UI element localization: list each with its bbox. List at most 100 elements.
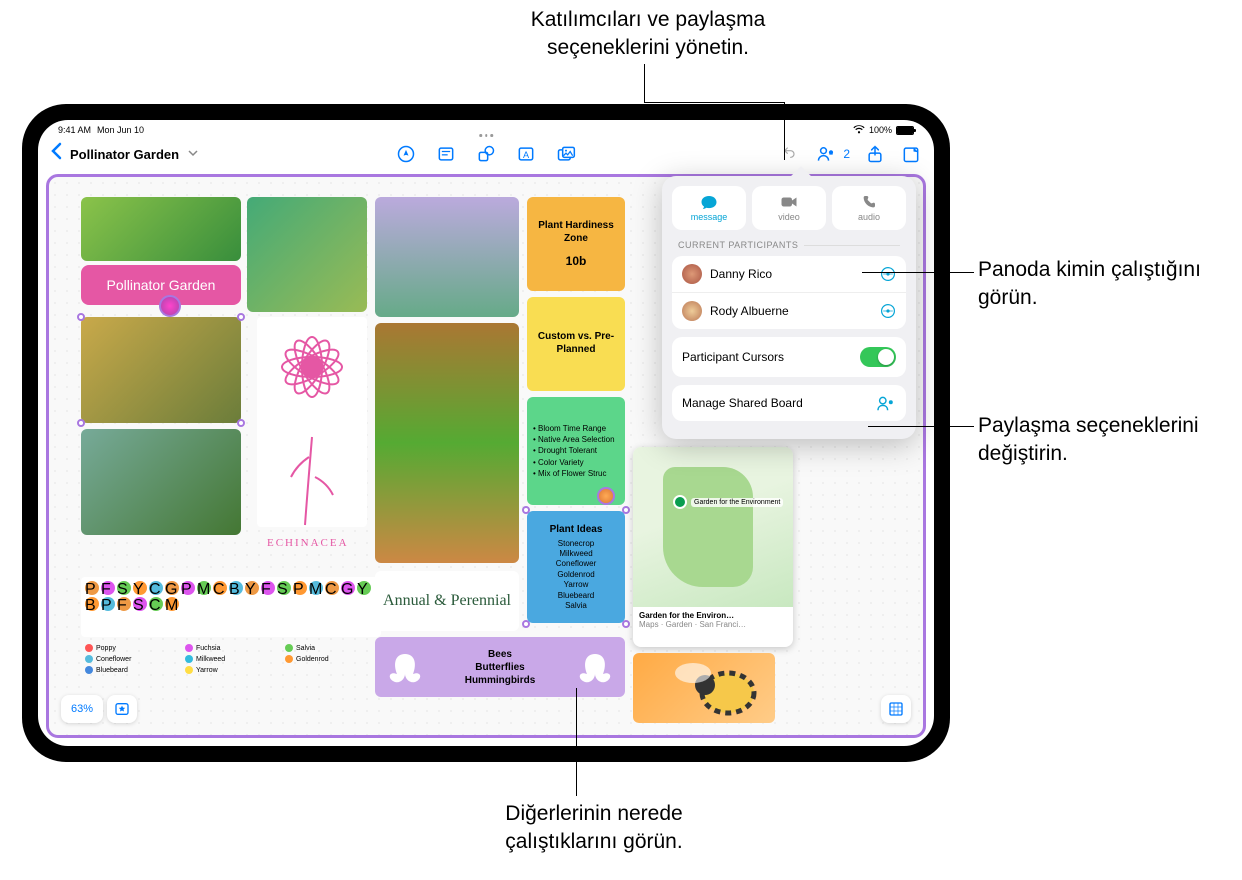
callout-top-line-h: [644, 102, 784, 103]
collaborate-button[interactable]: [815, 143, 837, 165]
wifi-icon: [853, 125, 865, 135]
photo-field[interactable]: [375, 323, 519, 563]
share-button[interactable]: [864, 143, 886, 165]
collaboration-popover: message video audio CURRENT PARTICIPANTS…: [662, 176, 916, 439]
popover-audio-button[interactable]: audio: [832, 186, 906, 230]
info-icon[interactable]: [880, 266, 896, 282]
back-button[interactable]: [50, 142, 62, 166]
undo-button[interactable]: [779, 143, 801, 165]
participant-cursors-toggle-row[interactable]: Participant Cursors: [672, 337, 906, 377]
note-annual[interactable]: Annual & Perennial: [375, 571, 519, 631]
zoom-control[interactable]: 63%: [61, 695, 103, 723]
handwritten-text: Annual & Perennial: [383, 592, 511, 610]
photo-butterfly[interactable]: [247, 197, 367, 312]
legend-key: Poppy Fuchsia Salvia Coneflower Milkweed…: [81, 640, 381, 678]
selection-handle[interactable]: [77, 313, 85, 321]
shapes-button[interactable]: [475, 143, 497, 165]
map-label: Garden for the Environment: [691, 498, 783, 507]
selection-handle[interactable]: [77, 419, 85, 427]
avatar: [682, 301, 702, 321]
manage-shared-board-row[interactable]: Manage Shared Board: [672, 385, 906, 421]
note-custom[interactable]: Custom vs. Pre-Planned: [527, 297, 625, 391]
callout-r1-line: [862, 272, 974, 273]
btn-label: video: [778, 212, 800, 222]
btn-label: audio: [858, 212, 880, 222]
battery-pct: 100%: [869, 125, 892, 135]
selection-handle[interactable]: [522, 506, 530, 514]
echinacea-label: ECHINACEA: [267, 537, 349, 549]
photo-card[interactable]: [81, 197, 241, 261]
map-meta: Maps · Garden · San Franci…: [639, 620, 787, 629]
text-button[interactable]: A: [515, 143, 537, 165]
participants-list: Danny Rico Rody Albuerne: [672, 256, 906, 329]
note-bloom[interactable]: • Bloom Time Range • Native Area Selecti…: [527, 397, 625, 505]
callout-right1: Panoda kimin çalıştığını görün.: [978, 256, 1242, 313]
toolbar-center: A: [395, 143, 577, 165]
row-label: Manage Shared Board: [682, 396, 803, 410]
pen-tool-button[interactable]: [395, 143, 417, 165]
ipad-frame: 9:41 AM Mon Jun 10 100% Pollinator Garde…: [22, 104, 950, 762]
note-title: Plant Hardiness Zone: [533, 219, 619, 245]
callout-right2: Paylaşma seçeneklerini değiştirin.: [978, 412, 1242, 469]
collab-count: 2: [843, 147, 850, 161]
info-icon[interactable]: [880, 303, 896, 319]
participants-header: CURRENT PARTICIPANTS: [678, 240, 900, 250]
status-bar: 9:41 AM Mon Jun 10 100%: [38, 120, 934, 138]
note-hardiness[interactable]: Plant Hardiness Zone 10b: [527, 197, 625, 291]
selection-handle[interactable]: [622, 620, 630, 628]
photo-hummingbird[interactable]: [375, 197, 519, 317]
note-bees[interactable]: Bees Butterflies Hummingbirds: [375, 637, 625, 697]
note-text: Bees Butterflies Hummingbirds: [465, 648, 536, 687]
selection-handle[interactable]: [237, 313, 245, 321]
new-board-button[interactable]: [900, 143, 922, 165]
grid-toggle[interactable]: [881, 695, 911, 723]
app-toolbar: Pollinator Garden A 2: [38, 138, 934, 170]
status-date: Mon Jun 10: [97, 125, 144, 135]
participant-row[interactable]: Rody Albuerne: [672, 293, 906, 329]
flower-sketch[interactable]: [257, 317, 367, 527]
favorites-button[interactable]: [107, 695, 137, 723]
legend-card[interactable]: PFS YCG PMC BYF SPM CGY BPF SCM Poppy Fu…: [81, 577, 381, 712]
callout-top-line-v: [644, 64, 645, 102]
chevron-down-icon[interactable]: [188, 149, 198, 160]
callout-top-line-v2: [784, 102, 785, 160]
popover-video-button[interactable]: video: [752, 186, 826, 230]
video-icon: [780, 194, 798, 210]
note-text: Custom vs. Pre-Planned: [533, 330, 619, 356]
participant-cursor-avatar-2: [597, 487, 615, 505]
selection-handle[interactable]: [622, 506, 630, 514]
avatar: [682, 264, 702, 284]
multitask-handle[interactable]: [479, 134, 493, 137]
popover-message-button[interactable]: message: [672, 186, 746, 230]
legend-dots: PFS YCG PMC BYF SPM CGY BPF SCM: [81, 577, 381, 637]
photo-garden[interactable]: [81, 429, 241, 535]
callout-bottom: Diğerlerinin nerede çalıştıklarını görün…: [464, 800, 724, 857]
note-title: Plant Ideas: [550, 523, 603, 536]
selection-handle[interactable]: [522, 620, 530, 628]
toggle-switch[interactable]: [860, 347, 896, 367]
sticky-note-button[interactable]: [435, 143, 457, 165]
media-button[interactable]: [555, 143, 577, 165]
photo-bee-2[interactable]: [633, 653, 775, 723]
board-title[interactable]: Pollinator Garden: [70, 147, 179, 162]
selection-handle[interactable]: [237, 419, 245, 427]
photo-bee[interactable]: [81, 317, 241, 423]
phone-icon: [860, 194, 878, 210]
message-icon: [700, 194, 718, 210]
participant-row[interactable]: Danny Rico: [672, 256, 906, 293]
participant-name: Rody Albuerne: [710, 304, 789, 318]
map-card[interactable]: Garden for the Environment Garden for th…: [633, 447, 793, 647]
status-time: 9:41 AM: [58, 125, 91, 135]
ipad-screen: 9:41 AM Mon Jun 10 100% Pollinator Garde…: [38, 120, 934, 746]
participant-name: Danny Rico: [710, 267, 772, 281]
note-plant-ideas[interactable]: Plant Ideas Stonecrop Milkweed Coneflowe…: [527, 511, 625, 623]
callout-r2-line: [868, 426, 974, 427]
callout-b-line: [576, 688, 577, 796]
note-value: 10b: [566, 254, 587, 270]
svg-text:A: A: [523, 150, 530, 160]
row-label: Participant Cursors: [682, 350, 784, 364]
btn-label: message: [691, 212, 728, 222]
map-title: Garden for the Environ…: [639, 611, 787, 620]
participant-cursor-avatar: [159, 295, 181, 317]
collab-icon: [876, 395, 896, 411]
